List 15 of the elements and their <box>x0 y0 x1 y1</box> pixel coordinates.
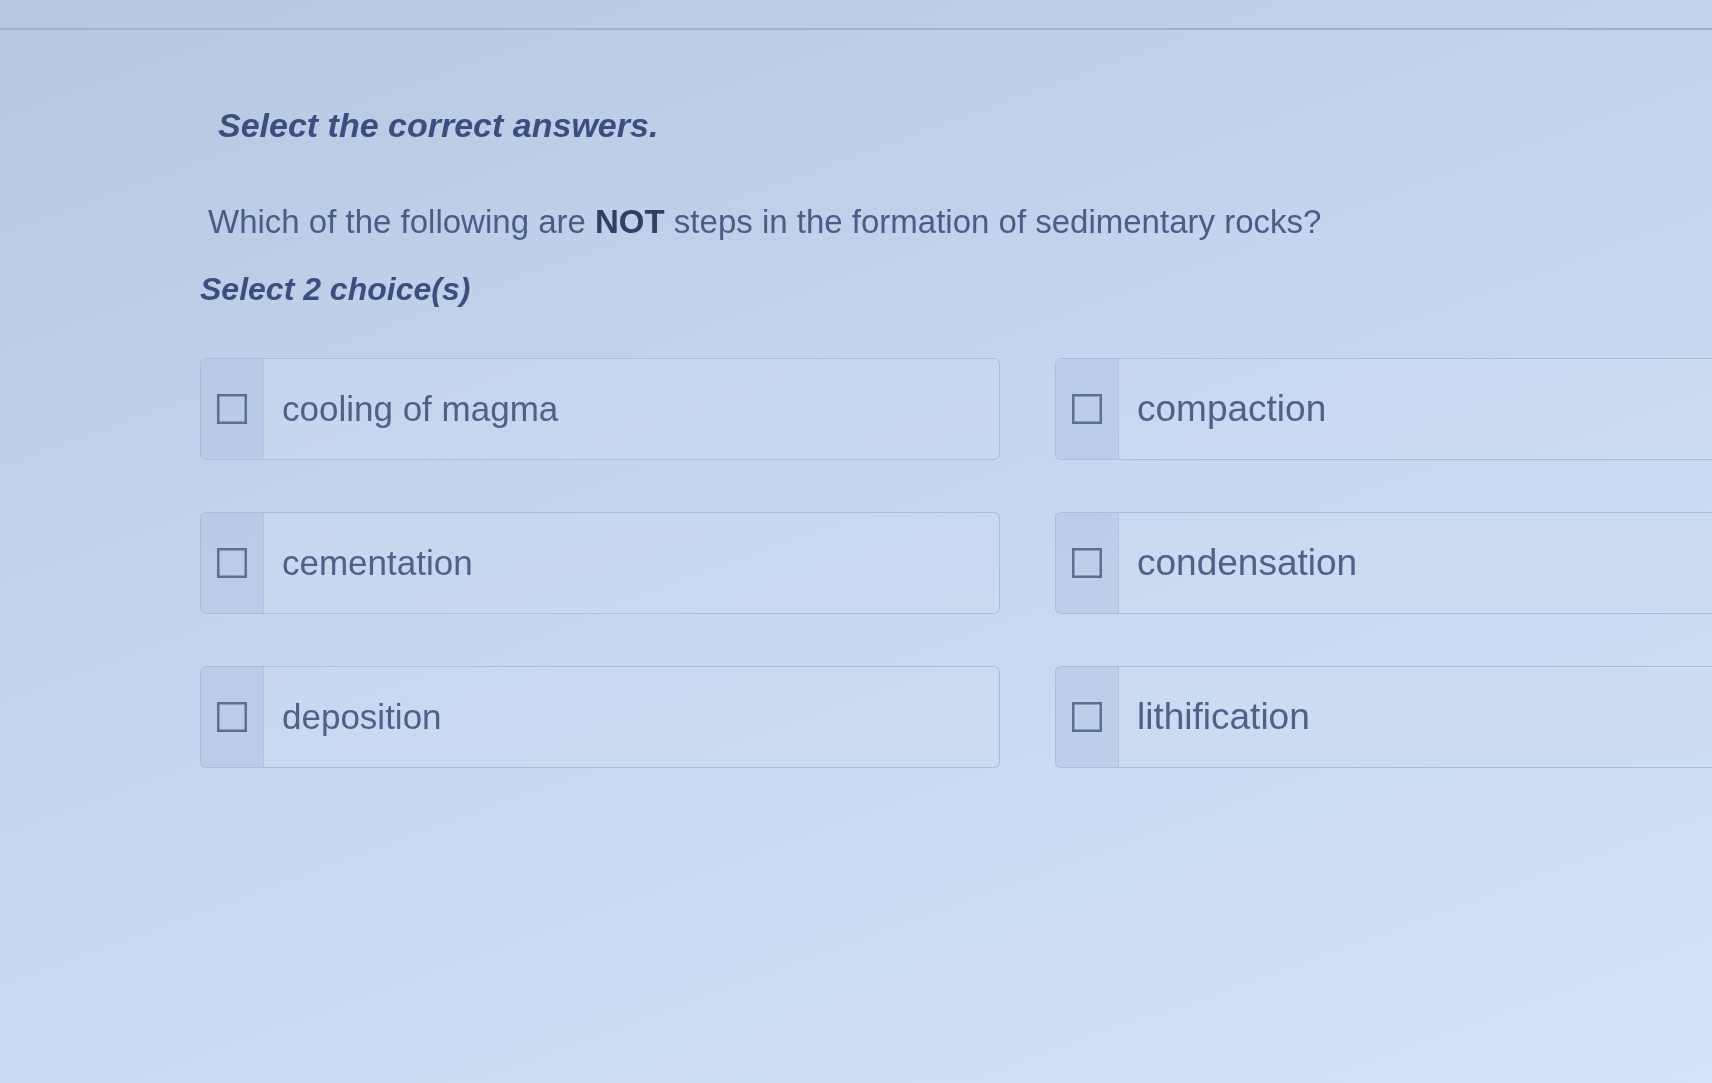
answer-option[interactable]: cementation <box>200 512 1000 614</box>
instructions-text: Select the correct answers. <box>218 106 659 145</box>
checkbox[interactable] <box>217 702 247 732</box>
answer-option[interactable]: lithification <box>1055 666 1712 768</box>
checkbox[interactable] <box>217 548 247 578</box>
checkbox[interactable] <box>1072 548 1102 578</box>
checkbox[interactable] <box>1072 702 1102 732</box>
choice-count-hint: Select 2 choice(s) <box>200 271 471 308</box>
answer-option[interactable]: condensation <box>1055 512 1712 614</box>
answer-option[interactable]: cooling of magma <box>200 358 1000 460</box>
answer-option[interactable]: deposition <box>200 666 1000 768</box>
checkbox[interactable] <box>217 394 247 424</box>
question-text: Which of the following are NOT steps in the formation of sedimentary rocks? <box>208 203 1322 241</box>
answer-option[interactable]: compaction <box>1055 358 1712 460</box>
checkbox[interactable] <box>1072 394 1102 424</box>
